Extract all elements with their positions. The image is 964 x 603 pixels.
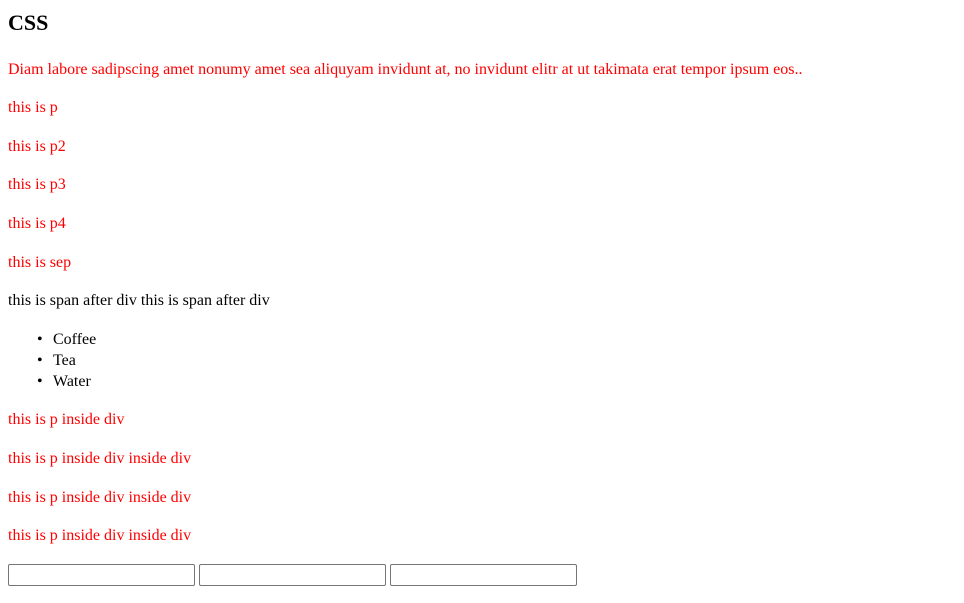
div-paragraph: this is p inside div xyxy=(8,411,125,428)
list-item: • Coffee xyxy=(37,329,964,350)
list-item-label: Water xyxy=(53,373,91,390)
drinks-list: • Coffee • Tea • Water xyxy=(8,329,964,392)
bullet-icon: • xyxy=(37,352,43,369)
list-item: • Water xyxy=(37,371,964,392)
div-paragraph: this is p inside div inside div xyxy=(8,450,192,467)
list-item-label: Tea xyxy=(53,352,76,369)
input-row xyxy=(8,564,577,586)
paragraph-p: this is p xyxy=(8,99,58,116)
list-item-label: Coffee xyxy=(53,331,97,348)
list-item: • Tea xyxy=(37,350,964,371)
paragraph-p4: this is p4 xyxy=(8,215,66,232)
lorem-paragraph: Diam labore sadipscing amet nonumy amet … xyxy=(8,61,803,78)
text-input-1[interactable] xyxy=(8,564,195,586)
page-title: CSS xyxy=(8,10,49,35)
div-paragraph: this is p inside div inside div xyxy=(8,489,192,506)
paragraph-p3: this is p3 xyxy=(8,176,66,193)
paragraph-sep: this is sep xyxy=(8,254,72,271)
text-input-3[interactable] xyxy=(390,564,577,586)
div-paragraph: this is p inside div inside div xyxy=(8,527,192,544)
span-line: this is span after div this is span afte… xyxy=(8,292,270,309)
bullet-icon: • xyxy=(37,331,43,348)
paragraph-p2: this is p2 xyxy=(8,138,66,155)
bullet-icon: • xyxy=(37,373,43,390)
text-input-2[interactable] xyxy=(199,564,386,586)
